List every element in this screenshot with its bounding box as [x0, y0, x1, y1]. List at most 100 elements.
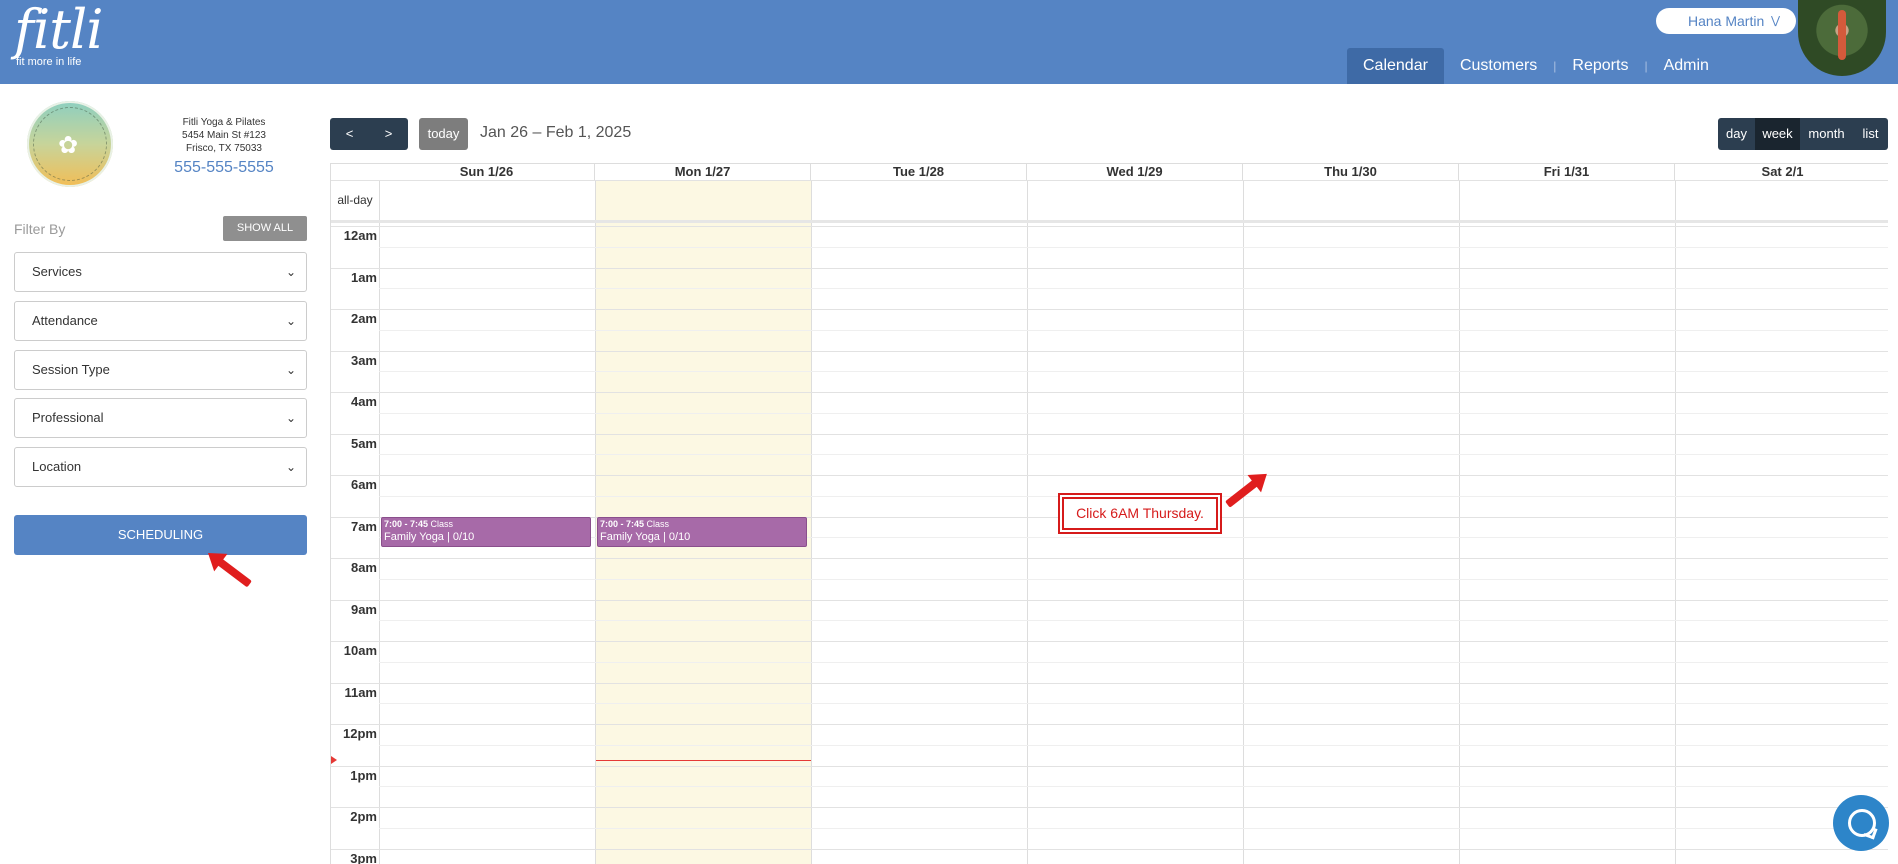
half-hour-line	[379, 703, 1888, 705]
studio-phone[interactable]: 555-555-5555	[150, 157, 298, 179]
time-slot-label: 4am	[350, 394, 377, 409]
date-range-title: Jan 26 – Feb 1, 2025	[480, 124, 632, 141]
instruction-callout: Click 6AM Thursday.	[1062, 497, 1218, 530]
select-value: Location	[32, 459, 82, 474]
half-hour-line	[379, 786, 1888, 788]
hour-line	[331, 724, 1888, 725]
logo-tagline: fit more in life	[16, 56, 82, 68]
nav-calendar[interactable]: Calendar	[1347, 48, 1444, 84]
time-slot-label: 1am	[350, 269, 377, 285]
event-time-row: 7:00 - 7:45 Class	[384, 519, 588, 530]
time-slot-label: 8am	[350, 560, 377, 575]
view-switcher: day week month list	[1718, 118, 1888, 150]
user-menu[interactable]: Hana Martin ⋁	[1656, 8, 1796, 34]
time-slot-label: 2pm	[350, 809, 377, 824]
hour-line	[331, 392, 1888, 393]
professional-select[interactable]: Professional ⌄	[14, 398, 307, 438]
day-column-header: Fri 1/31	[1459, 164, 1675, 180]
time-slot-label: 7am	[350, 518, 377, 534]
day-column-header: Sat 2/1	[1675, 164, 1888, 180]
half-hour-line	[379, 412, 1888, 414]
nav-button-group: < >	[330, 118, 408, 150]
hour-line	[331, 807, 1888, 808]
studio-name: Fitli Yoga & Pilates	[182, 117, 266, 128]
current-time-line	[595, 760, 811, 761]
view-month-button[interactable]: month	[1800, 118, 1853, 150]
half-hour-line	[379, 620, 1888, 622]
half-hour-line	[379, 371, 1888, 373]
chevron-left-icon: <	[345, 126, 354, 141]
hour-line	[331, 641, 1888, 642]
avatar[interactable]	[1798, 0, 1886, 76]
event-type: Class	[430, 518, 454, 529]
column-divider	[811, 180, 812, 864]
logo-wordmark: fitli	[14, 0, 103, 61]
today-button[interactable]: today	[419, 118, 468, 150]
filter-by-label: Filter By	[14, 221, 66, 237]
day-column-header: Mon 1/27	[595, 164, 811, 180]
hour-line	[331, 350, 1888, 352]
day-column-header: Thu 1/30	[1243, 164, 1459, 180]
hour-line	[331, 267, 1888, 269]
calendar-event[interactable]: 7:00 - 7:45 Class Family Yoga | 0/10	[597, 516, 807, 547]
half-hour-line	[379, 578, 1888, 580]
column-divider	[1243, 180, 1244, 864]
day-column-header: Tue 1/28	[811, 164, 1027, 180]
hour-line	[331, 765, 1888, 767]
meditation-icon: ✿	[58, 132, 79, 159]
view-day-button[interactable]: day	[1718, 118, 1755, 150]
column-divider	[1459, 180, 1460, 864]
event-time: 7:00 - 7:45	[600, 518, 645, 529]
time-slot-label: 9am	[350, 601, 377, 617]
nav-admin[interactable]: Admin	[1648, 48, 1725, 84]
location-select[interactable]: Location ⌄	[14, 447, 307, 487]
show-all-button[interactable]: SHOW ALL	[223, 216, 307, 241]
nav-customers[interactable]: Customers	[1444, 48, 1553, 84]
studio-info: Fitli Yoga & Pilates 5454 Main St #123 F…	[150, 116, 298, 179]
column-divider	[379, 180, 380, 864]
hour-line	[331, 848, 1888, 850]
chevron-down-icon: ⌄	[285, 265, 296, 279]
calendar-event[interactable]: 7:00 - 7:45 Class Family Yoga | 0/10	[381, 516, 591, 547]
hour-line	[331, 558, 1888, 559]
fitli-logo[interactable]: fitli fit more in life	[14, 0, 103, 69]
half-hour-line	[379, 827, 1888, 829]
event-time-row: 7:00 - 7:45 Class	[600, 519, 804, 530]
chevron-down-icon: ⌄	[285, 411, 296, 425]
select-value: Services	[32, 264, 82, 279]
column-divider	[1675, 180, 1676, 864]
main-nav: Calendar Customers | Reports | Admin	[1347, 48, 1725, 84]
half-hour-line	[379, 246, 1888, 248]
event-type: Class	[646, 518, 670, 529]
hour-line	[331, 599, 1888, 601]
session-type-select[interactable]: Session Type ⌄	[14, 350, 307, 390]
column-divider	[595, 180, 596, 864]
half-hour-line	[379, 661, 1888, 663]
time-slot-label: 10am	[343, 643, 377, 658]
select-value: Session Type	[32, 362, 110, 377]
next-week-button[interactable]: >	[369, 118, 408, 150]
time-slot-label: 3am	[350, 352, 377, 368]
chat-bubble-icon[interactable]	[1833, 795, 1889, 851]
prev-week-button[interactable]: <	[330, 118, 369, 150]
nav-reports[interactable]: Reports	[1556, 48, 1644, 84]
column-divider	[1027, 180, 1028, 864]
view-week-button[interactable]: week	[1755, 118, 1800, 150]
time-slot-label: 1pm	[350, 767, 377, 783]
top-bar: fitli fit more in life Hana Martin ⋁ Cal…	[0, 0, 1898, 84]
half-hour-line	[379, 744, 1888, 746]
all-day-label: all-day	[337, 193, 373, 207]
scheduling-button[interactable]: SCHEDULING	[14, 515, 307, 555]
select-value: Professional	[32, 410, 104, 425]
studio-address-line1: 5454 Main St #123	[182, 130, 266, 141]
chevron-down-icon: ⌄	[285, 314, 296, 328]
services-select[interactable]: Services ⌄	[14, 252, 307, 292]
event-title: Family Yoga | 0/10	[384, 530, 475, 543]
header-divider	[331, 180, 1888, 181]
studio-address-line2: Frisco, TX 75033	[186, 143, 262, 154]
red-arrow-annotation	[213, 555, 252, 588]
hour-line	[331, 682, 1888, 684]
view-list-button[interactable]: list	[1853, 118, 1888, 150]
attendance-select[interactable]: Attendance ⌄	[14, 301, 307, 341]
time-slot-label: 6am	[350, 477, 377, 492]
